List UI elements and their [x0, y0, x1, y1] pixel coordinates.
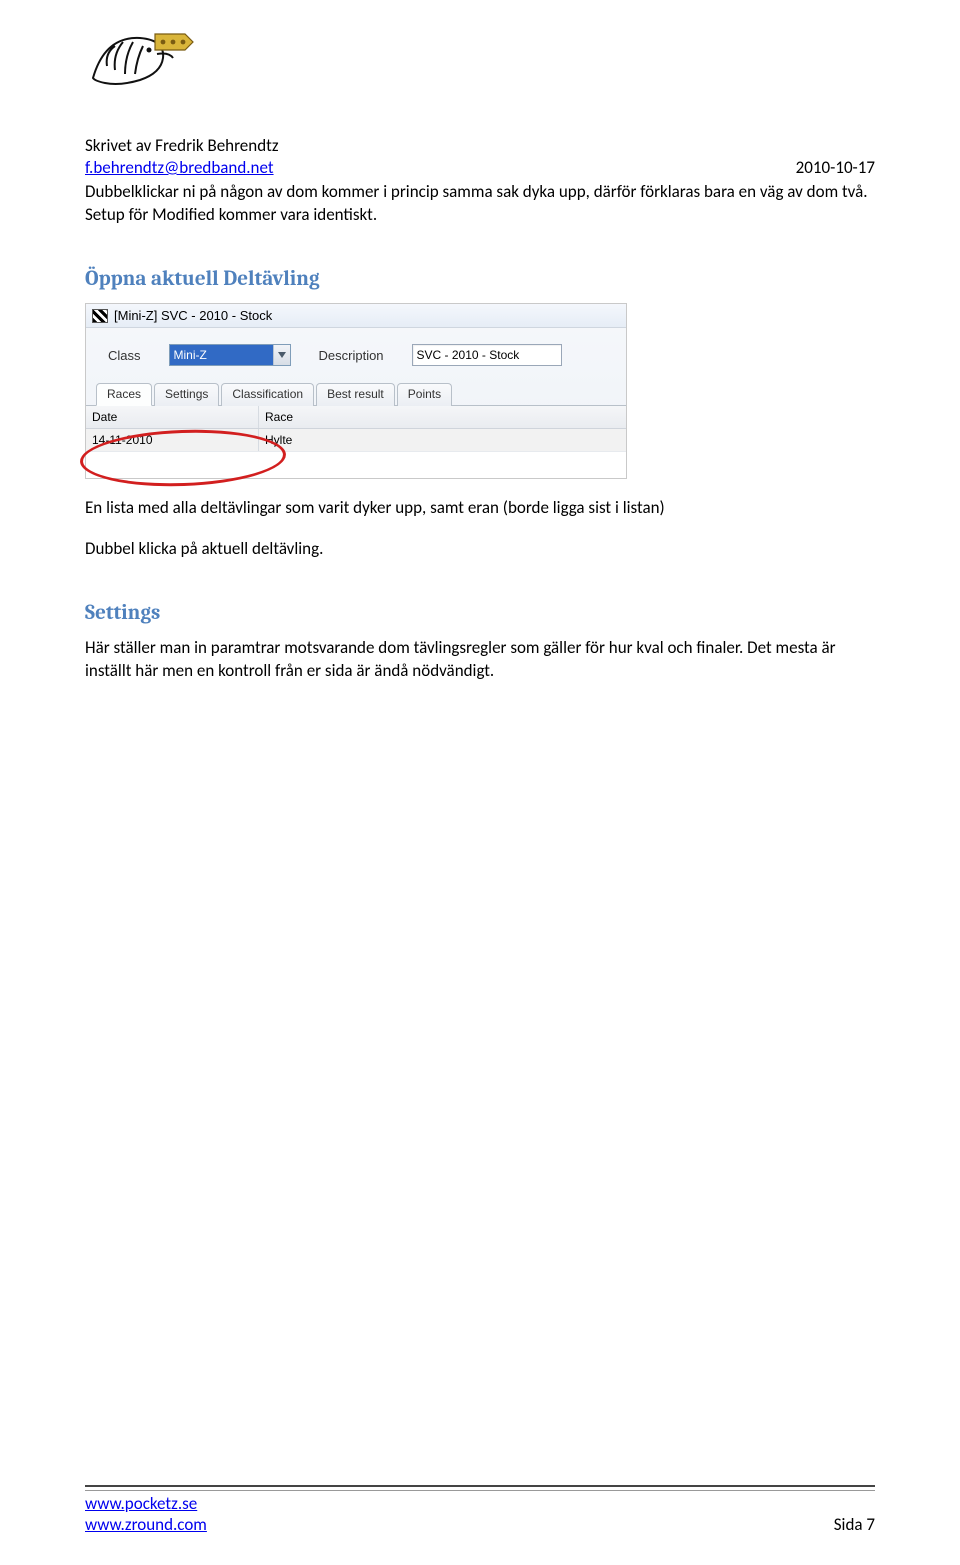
tab-points[interactable]: Points — [397, 383, 452, 406]
description-input[interactable]: SVC - 2010 - Stock — [412, 344, 562, 366]
intro-paragraph: Dubbelklickar ni på någon av dom kommer … — [85, 181, 875, 227]
heading-open-event: Öppna aktuell Deltävling — [85, 267, 875, 291]
class-value: Mini-Z — [170, 345, 273, 365]
cell-date: 14-11-2010 — [86, 429, 259, 451]
window-titlebar: [Mini-Z] SVC - 2010 - Stock — [86, 304, 626, 328]
grid-header: Date Race — [86, 406, 626, 429]
app-icon — [92, 309, 108, 323]
footer-divider — [85, 1485, 875, 1491]
tab-best-result[interactable]: Best result — [316, 383, 395, 406]
chevron-down-icon[interactable] — [273, 345, 290, 365]
section1-p2: Dubbel klicka på aktuell deltävling. — [85, 538, 875, 561]
page-number: Sida 7 — [834, 1514, 875, 1535]
class-combobox[interactable]: Mini-Z — [169, 344, 291, 366]
document-page: Skrivet av Fredrik Behrendtz f.behrendtz… — [0, 0, 960, 1565]
description-label: Description — [319, 348, 384, 363]
col-date-header[interactable]: Date — [86, 406, 259, 428]
section2-body: Här ställer man in paramtrar motsvarande… — [85, 637, 875, 683]
section1-p1: En lista med alla deltävlingar som varit… — [85, 497, 875, 520]
tabs-bar: Races Settings Classification Best resul… — [86, 382, 626, 406]
grid-empty-area — [86, 452, 626, 478]
footer-link-1[interactable]: www.pocketz.se — [85, 1493, 197, 1514]
page-header: Skrivet av Fredrik Behrendtz f.behrendtz… — [85, 135, 875, 179]
class-label: Class — [108, 348, 141, 363]
section1-body: En lista med alla deltävlingar som varit… — [85, 497, 875, 561]
page-footer: www.pocketz.se www.zround.com Sida 7 — [85, 1485, 875, 1535]
cell-race: Hylte — [259, 429, 626, 451]
logo-image — [85, 28, 205, 98]
griffin-logo-icon — [85, 28, 205, 98]
tab-races[interactable]: Races — [96, 383, 152, 406]
author-email[interactable]: f.behrendtz@bredband.net — [85, 157, 274, 179]
author-line: Skrivet av Fredrik Behrendtz — [85, 135, 875, 157]
col-race-header[interactable]: Race — [259, 406, 626, 428]
grid-row[interactable]: 14-11-2010 Hylte — [86, 429, 626, 452]
window-title: [Mini-Z] SVC - 2010 - Stock — [114, 308, 272, 323]
tab-classification[interactable]: Classification — [221, 383, 314, 406]
section2-p1: Här ställer man in paramtrar motsvarande… — [85, 637, 875, 683]
intro-text: Dubbelklickar ni på någon av dom kommer … — [85, 181, 875, 227]
tab-settings[interactable]: Settings — [154, 383, 219, 406]
footer-link-2[interactable]: www.zround.com — [85, 1514, 207, 1535]
heading-settings: Settings — [85, 601, 875, 625]
document-date: 2010-10-17 — [796, 157, 875, 179]
app-screenshot: [Mini-Z] SVC - 2010 - Stock Class Mini-Z… — [85, 303, 627, 479]
